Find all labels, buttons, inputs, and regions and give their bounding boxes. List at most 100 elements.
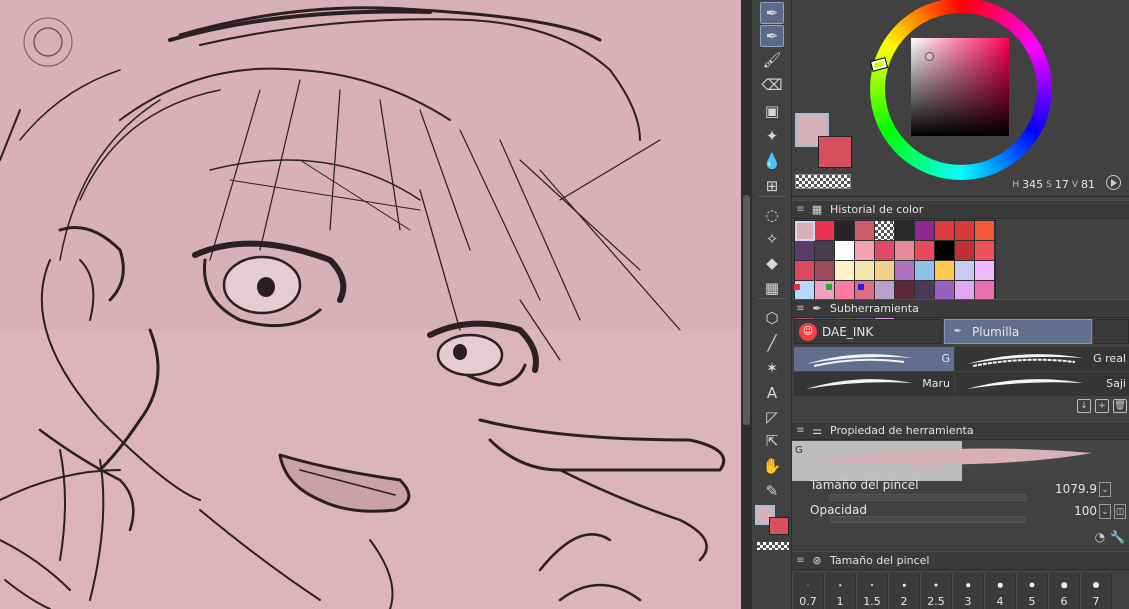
color-history-swatch[interactable] <box>955 241 975 261</box>
color-history-swatch[interactable] <box>815 241 835 261</box>
hand-icon[interactable]: ✋ <box>760 455 784 477</box>
brush-size-preset[interactable]: 0.7 <box>792 573 824 609</box>
subtool-group-plumilla[interactable]: ✒ Plumilla <box>944 319 1092 344</box>
panel-grip-icon[interactable]: ≡ <box>792 555 808 566</box>
toolbar-transparent-color[interactable] <box>757 542 789 550</box>
brush-size-preset[interactable]: 5 <box>1016 573 1048 609</box>
color-history-swatch[interactable] <box>795 221 815 241</box>
canvas-vertical-scrollbar[interactable] <box>741 0 752 609</box>
magic-wand-icon[interactable]: ✧ <box>760 228 784 250</box>
duplicate-subtool-icon[interactable]: + <box>1095 399 1109 413</box>
toolbar-sub-color[interactable] <box>769 517 789 535</box>
tool-property-header[interactable]: ≡ ⚌ Propiedad de herramienta <box>792 421 1129 440</box>
color-history-swatch[interactable] <box>975 261 995 281</box>
color-history-swatch[interactable] <box>915 241 935 261</box>
ruler-icon[interactable]: ✶ <box>760 357 784 379</box>
line-icon[interactable]: ╱ <box>760 332 784 354</box>
gradient-icon[interactable]: ▦ <box>760 277 784 299</box>
drawing-canvas[interactable] <box>0 0 741 609</box>
wrench-icon[interactable]: 🔧 <box>1110 530 1125 544</box>
color-history-swatch[interactable] <box>935 241 955 261</box>
color-history-swatch[interactable] <box>895 241 915 261</box>
brush-size-preset[interactable]: 6 <box>1048 573 1080 609</box>
color-history-swatch[interactable] <box>855 221 875 241</box>
sparkle-icon[interactable]: ✦ <box>760 125 784 147</box>
subtool-header[interactable]: ≡ ✒ Subherramienta <box>792 299 1129 318</box>
color-history-swatch[interactable] <box>895 261 915 281</box>
balloon-icon[interactable]: ◸ <box>760 406 784 428</box>
subtool-group-dae-ink[interactable]: ☺ DAE_INK <box>794 319 942 344</box>
panel-grip-icon[interactable]: ≡ <box>792 303 808 314</box>
color-history-swatch[interactable] <box>935 261 955 281</box>
color-history-swatch[interactable] <box>915 221 935 241</box>
fill-bucket-icon[interactable]: ◆ <box>760 252 784 274</box>
brush-size-dropdown-icon[interactable]: ⌄ <box>1099 482 1111 497</box>
opacity-value[interactable]: 100 <box>1074 504 1097 518</box>
pen-alt-icon[interactable]: ✒ <box>760 25 784 47</box>
color-history-swatch[interactable] <box>975 281 995 301</box>
sub-color-swatch[interactable] <box>818 136 852 168</box>
opacity-slider[interactable] <box>830 516 1026 523</box>
color-history-swatch[interactable] <box>795 261 815 281</box>
delete-subtool-icon[interactable]: 🗑 <box>1113 399 1127 413</box>
brush-icon[interactable]: 🖌 <box>760 49 784 71</box>
brush-size-header[interactable]: ≡ ⊛ Tamaño del pincel <box>792 551 1129 570</box>
brush-size-slider[interactable] <box>830 494 1026 501</box>
color-history-swatch[interactable] <box>835 221 855 241</box>
brush-item-saji[interactable]: Saji <box>955 372 1129 396</box>
transparent-color-swatch[interactable] <box>795 174 851 189</box>
sv-marker[interactable] <box>925 52 934 61</box>
color-history-swatch[interactable] <box>915 281 935 301</box>
brush-size-preset[interactable]: 1 <box>824 573 856 609</box>
lasso-icon[interactable]: ◌ <box>760 204 784 226</box>
color-wheel-menu-icon[interactable] <box>1106 175 1121 190</box>
brush-size-value[interactable]: 1079.9 <box>1055 482 1097 496</box>
opacity-dropdown-icon[interactable]: ⌄ <box>1099 504 1111 519</box>
color-history-swatch[interactable] <box>955 261 975 281</box>
color-history-swatch[interactable] <box>835 261 855 281</box>
color-history-swatch[interactable] <box>855 241 875 261</box>
brush-item-g-real[interactable]: G real <box>955 347 1129 371</box>
clock-icon[interactable]: ◔ <box>1095 530 1105 544</box>
color-history-swatch[interactable] <box>915 261 935 281</box>
panel-grip-icon[interactable]: ≡ <box>792 204 808 215</box>
subtool-group-empty[interactable] <box>1094 319 1129 344</box>
color-history-swatch[interactable] <box>875 241 895 261</box>
color-history-swatch[interactable] <box>875 261 895 281</box>
figure-icon[interactable]: ⬡ <box>760 307 784 329</box>
color-history-swatch[interactable] <box>815 221 835 241</box>
blend-icon[interactable]: 💧 <box>760 150 784 172</box>
import-subtool-icon[interactable]: ↓ <box>1077 399 1091 413</box>
color-history-header[interactable]: ≡ ▦ Historial de color <box>792 200 1129 219</box>
eraser-icon[interactable]: ⌫ <box>760 74 784 96</box>
color-history-swatch[interactable] <box>975 221 995 241</box>
brush-size-preset[interactable]: 2.5 <box>920 573 952 609</box>
color-history-swatch[interactable] <box>975 241 995 261</box>
opacity-toggle-icon[interactable]: ◫ <box>1114 504 1126 519</box>
brush-size-preset[interactable]: 4 <box>984 573 1016 609</box>
scrollbar-thumb[interactable] <box>743 195 750 425</box>
color-history-swatch[interactable] <box>795 241 815 261</box>
brush-size-preset[interactable]: 7 <box>1080 573 1112 609</box>
grid-transform-icon[interactable]: ⊞ <box>760 175 784 197</box>
color-history-swatch[interactable] <box>955 221 975 241</box>
eyedropper-icon[interactable]: ✎ <box>760 480 784 502</box>
color-history-swatch[interactable] <box>895 221 915 241</box>
color-history-swatch[interactable] <box>815 261 835 281</box>
brush-size-preset[interactable]: 2 <box>888 573 920 609</box>
panel-grip-icon[interactable]: ≡ <box>792 425 808 436</box>
pen-tool-icon[interactable]: ✒ <box>760 2 784 24</box>
color-wheel[interactable] <box>869 0 1052 180</box>
color-history-swatch[interactable] <box>955 281 975 301</box>
color-history-swatch[interactable] <box>895 281 915 301</box>
color-history-swatch[interactable] <box>835 241 855 261</box>
brush-item-g[interactable]: G <box>794 347 954 371</box>
color-history-swatch[interactable] <box>855 261 875 281</box>
brush-size-preset[interactable]: 1.5 <box>856 573 888 609</box>
color-history-swatch[interactable] <box>935 281 955 301</box>
text-icon[interactable]: A <box>760 382 784 404</box>
brush-size-preset[interactable]: 3 <box>952 573 984 609</box>
brush-item-maru[interactable]: Maru <box>794 372 954 396</box>
color-history-swatch[interactable] <box>935 221 955 241</box>
color-history-swatch[interactable] <box>875 221 895 241</box>
